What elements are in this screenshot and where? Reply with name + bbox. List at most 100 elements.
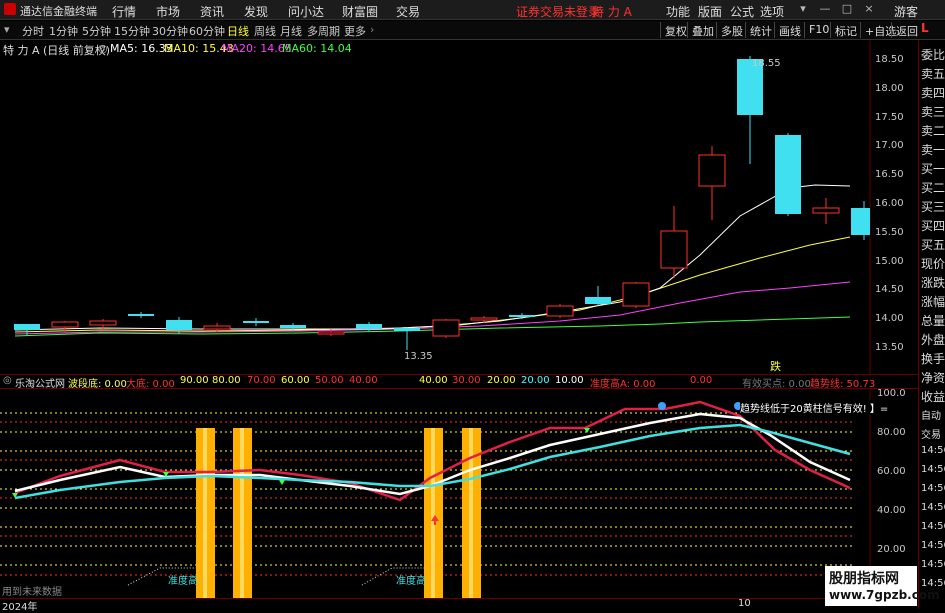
indicator-value: 40.00 — [349, 375, 378, 386]
candle-body — [317, 331, 345, 335]
overlay-button[interactable]: 叠加 — [687, 22, 718, 38]
indicator-chart[interactable] — [0, 390, 918, 598]
high-price-label: 18.55 — [752, 58, 781, 69]
menubar: 通达信金融终端 行情 市场 资讯 发现 问小达 财富圈 交易 证券交易未登录 特… — [0, 0, 945, 20]
candle-body — [432, 319, 460, 337]
login-status[interactable]: 证券交易未登录 — [516, 3, 600, 20]
tab-period-30min[interactable]: 30分钟 — [152, 23, 188, 39]
dropdown-icon[interactable]: ▾ — [796, 2, 810, 16]
guest-label[interactable]: 游客 — [894, 3, 918, 20]
dropdown-arrow-icon[interactable]: ▾ — [4, 23, 10, 36]
panel-field: 卖四 — [921, 86, 945, 100]
watermark-title: 股朋指标网 — [829, 571, 899, 587]
menu-item-market[interactable]: 行情 — [112, 3, 136, 20]
menu-item-formula[interactable]: 公式 — [730, 3, 754, 20]
panel-field: 买五 — [921, 238, 945, 252]
panel-field: 委比 — [921, 48, 945, 62]
menu-item-discover[interactable]: 发现 — [244, 3, 268, 20]
indicator-value: 60.00 — [281, 375, 310, 386]
indicator-axis-tick: 80.00 — [877, 427, 906, 438]
draw-line-button[interactable]: 画线 — [774, 22, 805, 38]
panel-field: 自动 — [921, 411, 941, 422]
mark-button[interactable]: 标记 — [830, 22, 861, 38]
indicator-value: 20.00 — [521, 375, 550, 386]
tab-period-monthly[interactable]: 月线 — [280, 23, 302, 39]
candle-body — [166, 320, 192, 330]
year-label: 2024年 — [2, 602, 38, 613]
panel-field: 净资 — [921, 371, 945, 385]
multi-stock-button[interactable]: 多股 — [716, 22, 747, 38]
menu-item-options[interactable]: 选项 — [760, 3, 784, 20]
candle-body — [51, 321, 79, 328]
minimize-icon[interactable]: — — [818, 2, 832, 16]
tab-period-60min[interactable]: 60分钟 — [189, 23, 225, 39]
period-toolbar: ▾ 分时 1分钟 5分钟 15分钟 30分钟 60分钟 日线 周线 月线 多周期… — [0, 21, 945, 40]
drop-signal-label: 跌 — [770, 360, 781, 373]
sub-chart-icon[interactable]: ◎ — [3, 375, 12, 386]
tab-period-15min[interactable]: 15分钟 — [114, 23, 150, 39]
menu-item-ask[interactable]: 问小达 — [288, 3, 324, 20]
panel-field: 14:56 — [921, 540, 945, 551]
price-axis-tick: 15.50 — [875, 226, 904, 238]
indicator-axis-tick: 40.00 — [877, 505, 906, 516]
price-axis-tick: 13.50 — [875, 342, 904, 353]
indicator-axis-tick: 20.00 — [877, 544, 906, 555]
menu-item-function[interactable]: 功能 — [666, 3, 690, 20]
panel-field: 换手 — [921, 352, 945, 366]
price-axis-tick: 15.00 — [875, 255, 904, 267]
indicator-value: 0.00 — [690, 375, 713, 386]
tab-period-multi[interactable]: 多周期 — [307, 23, 340, 39]
menu-item-trade[interactable]: 交易 — [396, 3, 420, 20]
chevron-right-icon[interactable]: › — [370, 23, 374, 36]
panel-field: 外盘 — [921, 333, 945, 347]
tab-period-intraday[interactable]: 分时 — [22, 23, 44, 39]
candle-body — [356, 324, 382, 329]
price-axis-tick: 14.50 — [875, 284, 904, 296]
indicator-value: 70.00 — [247, 375, 276, 386]
price-axis-tick: 18.00 — [875, 82, 904, 94]
quote-side-panel: 委比 卖五 卖四 卖三 卖二 卖一 买一 买二 买三 买四 买五 现价 涨跌 涨幅 总量 外盘 换手 净资 收益 自动… — [918, 40, 945, 609]
candle-body — [203, 325, 231, 330]
indicator-value: 准度高A: 0.00 — [590, 379, 656, 390]
price-axis-tick: 17.00 — [875, 140, 904, 152]
menu-item-layout[interactable]: 版面 — [698, 3, 722, 20]
panel-field: 涨幅 — [921, 295, 945, 309]
candle-body — [128, 314, 154, 316]
panel-field: 现价 — [921, 257, 945, 271]
indicator-value: 40.00 — [419, 375, 448, 386]
candle-body — [851, 208, 870, 235]
statistics-button[interactable]: 统计 — [745, 22, 776, 38]
tab-period-1min[interactable]: 1分钟 — [49, 23, 78, 39]
panel-field: 卖三 — [921, 105, 945, 119]
panel-field: 买一 — [921, 162, 945, 176]
indicator-axis-tick: 60.00 — [877, 466, 906, 477]
candle-body — [546, 305, 574, 317]
price-axis-tick: 14.00 — [875, 313, 904, 325]
menu-item-wealth[interactable]: 财富圈 — [342, 3, 378, 20]
indicator-value: 大底: 0.00 — [126, 379, 175, 390]
buy-arrow — [279, 480, 285, 485]
menu-item-news[interactable]: 资讯 — [200, 3, 224, 20]
candle-body — [243, 321, 269, 323]
f10-button[interactable]: F10 — [804, 22, 833, 38]
panel-field: 14:56 — [921, 445, 945, 456]
candle-body — [622, 282, 650, 307]
panel-field: 卖二 — [921, 124, 945, 138]
tab-period-5min[interactable]: 5分钟 — [82, 23, 111, 39]
panel-field: 买二 — [921, 181, 945, 195]
app-title: 通达信金融终端 — [20, 5, 97, 18]
maximize-icon[interactable]: □ — [840, 2, 854, 16]
tab-period-daily[interactable]: 日线 — [227, 23, 249, 39]
tab-period-more[interactable]: 更多 — [344, 23, 366, 39]
candle-body — [394, 328, 420, 331]
back-button[interactable]: 返回 — [891, 22, 922, 38]
time-axis — [0, 598, 918, 609]
panel-field: 涨跌 — [921, 276, 945, 290]
future-data-warning: 用到未来数据 — [2, 587, 62, 598]
menu-item-markets[interactable]: 市场 — [156, 3, 180, 20]
price-axis-tick: 16.00 — [875, 198, 904, 209]
panel-field: 收益 — [921, 390, 945, 404]
month-marker: 10 — [738, 598, 751, 609]
tab-period-weekly[interactable]: 周线 — [254, 23, 276, 39]
close-icon[interactable]: × — [862, 2, 876, 16]
